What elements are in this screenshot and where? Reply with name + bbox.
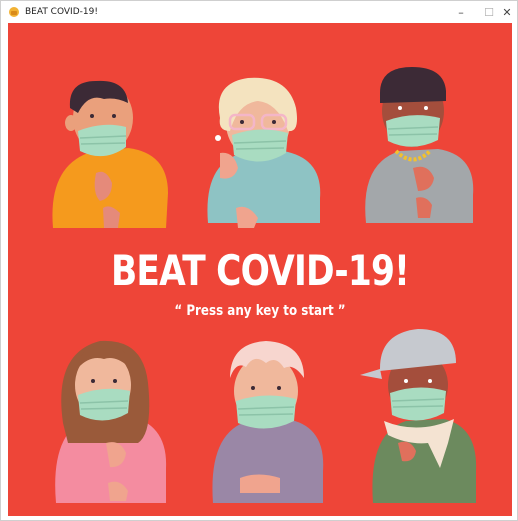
minimize-button[interactable]: – xyxy=(447,1,475,23)
game-window: BEAT COVID-19! – ☐ ✕ BEAT COVID-19! “ Pr… xyxy=(0,0,518,521)
character-elderly-man-purple xyxy=(212,341,324,503)
character-man-cap-scarf xyxy=(360,329,477,503)
game-canvas[interactable]: BEAT COVID-19! “ Press any key to start … xyxy=(8,23,512,516)
game-headline: BEAT COVID-19! xyxy=(110,246,410,295)
close-button[interactable]: ✕ xyxy=(497,1,517,23)
window-title: BEAT COVID-19! xyxy=(25,7,98,17)
character-man-orange-shirt xyxy=(52,80,168,228)
character-elderly-woman-glasses xyxy=(207,77,321,228)
app-icon xyxy=(9,7,19,17)
character-man-gold-chain xyxy=(365,67,474,223)
start-prompt: “ Press any key to start ” xyxy=(174,303,346,319)
character-woman-pink-sweater xyxy=(55,340,167,503)
title-bar[interactable]: BEAT COVID-19! – ☐ ✕ xyxy=(1,1,517,23)
